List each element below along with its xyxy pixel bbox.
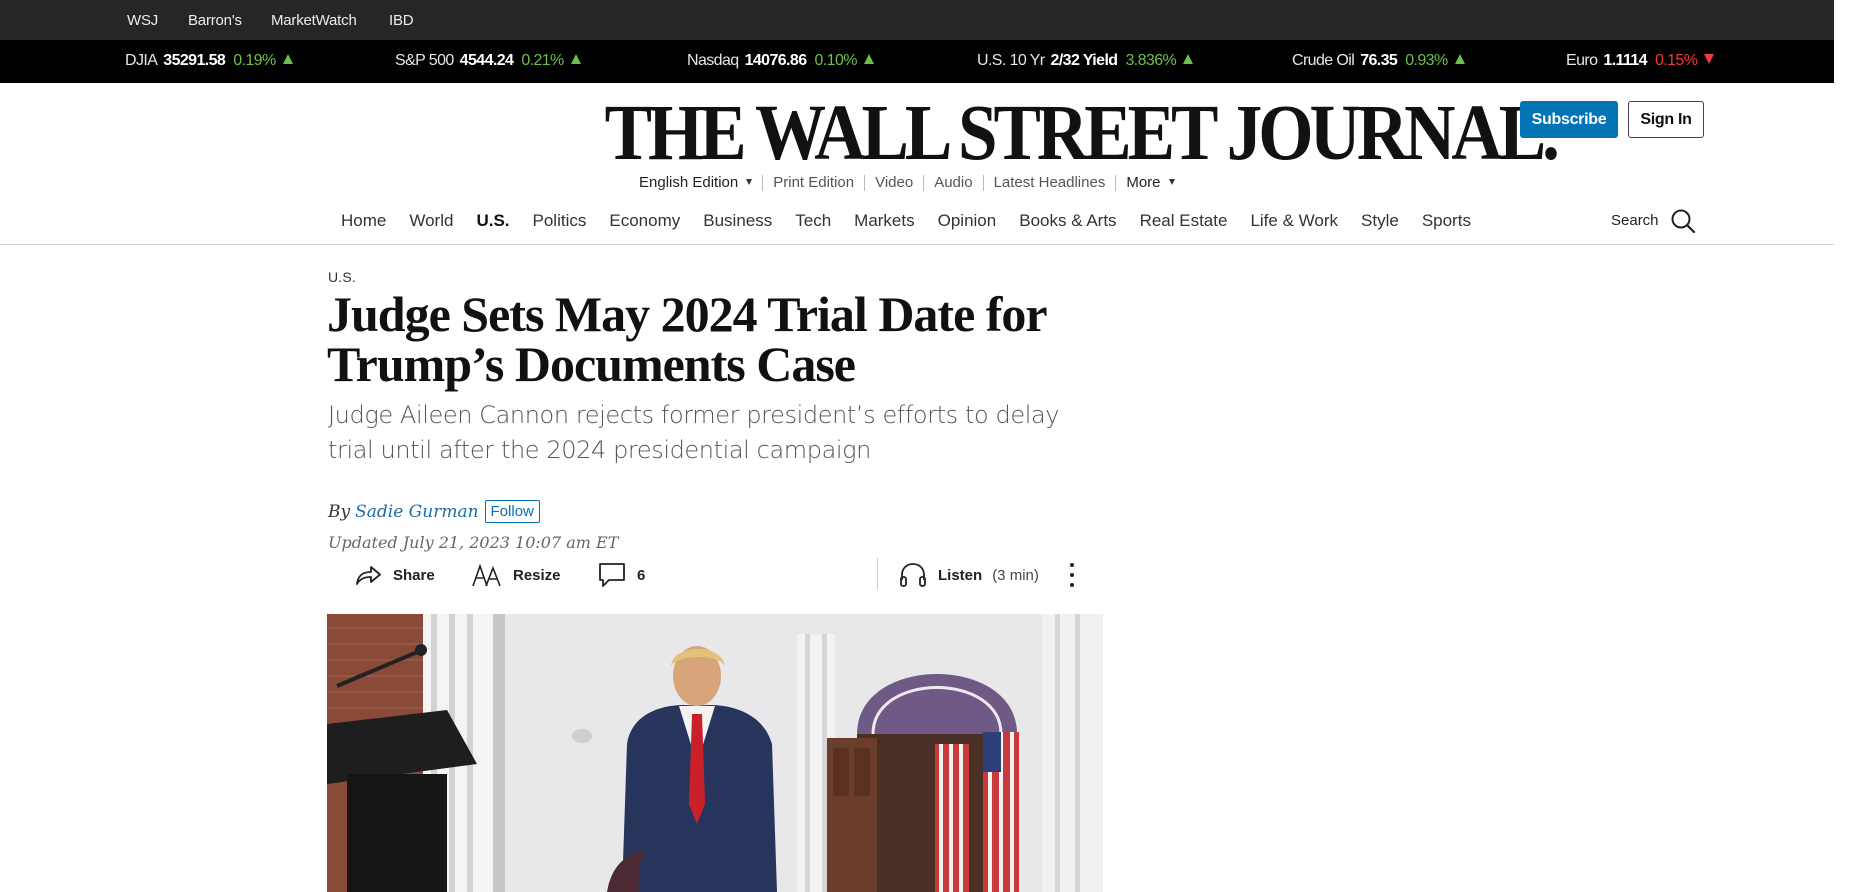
nav-item-home[interactable]: Home — [341, 211, 386, 231]
nav-item-real-estate[interactable]: Real Estate — [1140, 211, 1228, 231]
print-edition-link[interactable]: Print Edition — [763, 175, 866, 191]
ticker-name: Nasdaq — [687, 52, 739, 69]
edition-label: English Edition — [639, 174, 739, 191]
resize-label: Resize — [513, 566, 561, 584]
ticker-value: 1.1114 — [1603, 52, 1647, 69]
up-arrow-icon — [282, 54, 293, 64]
article-headline: Judge Sets May 2024 Trial Date for Trump… — [327, 289, 1087, 389]
nav-item-tech[interactable]: Tech — [795, 211, 831, 231]
ticker-change: 0.15% — [1654, 52, 1698, 69]
nav-item-markets[interactable]: Markets — [854, 211, 914, 231]
ticker-change: 3.836% — [1125, 52, 1177, 69]
edition-bar: English Edition Print Edition Video Audi… — [639, 172, 1185, 194]
headline-line: Judge Sets May 2024 Trial Date for — [327, 286, 1048, 342]
ticker-name: U.S. 10 Yr — [977, 52, 1045, 69]
ticker-name: Euro — [1566, 52, 1598, 69]
share-label: Share — [393, 566, 435, 584]
search-icon[interactable] — [1670, 208, 1696, 239]
ticker-change: 0.21% — [521, 52, 564, 69]
nav-item-us[interactable]: U.S. — [476, 211, 509, 231]
nav-item-style[interactable]: Style — [1361, 211, 1399, 231]
market-ticker: DJIA 35291.58 0.19% S&P 500 4544.24 0.21% Na… — [0, 40, 1834, 83]
ticker-item-sp500[interactable]: S&P 500 4544.24 0.21% — [395, 52, 581, 70]
follow-button[interactable]: Follow — [484, 500, 540, 523]
ticker-item-nasdaq[interactable]: Nasdaq 14076.86 0.10% — [687, 52, 874, 70]
ticker-item-euro[interactable]: Euro 1.1114 0.15% — [1566, 52, 1715, 70]
resize-button[interactable]: Resize — [472, 560, 561, 590]
ticker-name: S&P 500 — [395, 52, 454, 69]
site-link-ibd[interactable]: IBD — [389, 12, 414, 29]
section-flashline[interactable]: U.S. — [328, 269, 356, 285]
author-link[interactable]: Sadie Gurman — [355, 502, 478, 522]
site-link-barrons[interactable]: Barron's — [188, 12, 242, 29]
nav-item-life-work[interactable]: Life & Work — [1250, 211, 1338, 231]
sign-in-button[interactable]: Sign In — [1628, 101, 1704, 138]
site-link-wsj[interactable]: WSJ — [127, 12, 158, 29]
article-dek: Judge Aileen Cannon rejects former presi… — [328, 401, 1060, 464]
ticker-value: 35291.58 — [163, 52, 226, 69]
nav-item-world[interactable]: World — [409, 211, 453, 231]
ticker-item-crude-oil[interactable]: Crude Oil 76.35 0.93% — [1292, 52, 1465, 70]
comments-button[interactable]: 6 — [598, 560, 645, 590]
section-nav: Home World U.S. Politics Economy Busines… — [341, 211, 1494, 231]
ticker-name: Crude Oil — [1292, 52, 1355, 69]
ticker-value: 4544.24 — [459, 52, 514, 69]
up-arrow-icon — [1183, 54, 1194, 64]
nav-item-sports[interactable]: Sports — [1422, 211, 1471, 231]
up-arrow-icon — [570, 54, 581, 64]
more-options-icon[interactable] — [1064, 560, 1080, 590]
subscribe-button[interactable]: Subscribe — [1520, 101, 1618, 138]
ticker-item-djia[interactable]: DJIA 35291.58 0.19% — [125, 52, 293, 70]
video-link[interactable]: Video — [865, 175, 925, 191]
comment-count: 6 — [637, 566, 646, 584]
up-arrow-icon — [863, 54, 874, 64]
nav-item-economy[interactable]: Economy — [609, 211, 680, 231]
listen-button[interactable]: Listen (3 min) — [899, 560, 1039, 590]
ticker-change: 0.10% — [814, 52, 858, 69]
tools-divider — [877, 558, 878, 589]
nav-item-business[interactable]: Business — [703, 211, 772, 231]
ticker-value: 14076.86 — [744, 52, 808, 69]
byline: By Sadie Gurman Follow — [328, 500, 540, 523]
up-arrow-icon — [1454, 54, 1465, 64]
ticker-change: 0.19% — [233, 52, 276, 69]
nav-item-politics[interactable]: Politics — [533, 211, 587, 231]
share-button[interactable]: Share — [354, 560, 435, 590]
ticker-item-us10yr[interactable]: U.S. 10 Yr 2/32 Yield 3.836% — [977, 52, 1194, 70]
caret-down-icon — [746, 179, 753, 185]
share-icon — [356, 566, 381, 585]
ticker-change: 0.93% — [1405, 52, 1448, 69]
headline-line: Trump’s Documents Case — [327, 336, 856, 392]
wsj-logo[interactable]: THE WALL STREET JOURNAL. — [605, 94, 1560, 174]
listen-label: Listen — [938, 566, 983, 584]
ticker-value: 76.35 — [1360, 52, 1398, 69]
byline-prefix: By — [328, 501, 351, 522]
audio-link[interactable]: Audio — [924, 175, 984, 191]
more-label: More — [1126, 174, 1161, 191]
article-timestamp: Updated July 21, 2023 10:07 am ET — [328, 533, 619, 552]
nav-item-books-arts[interactable]: Books & Arts — [1019, 211, 1116, 231]
ticker-name: DJIA — [125, 52, 158, 69]
caret-down-icon — [1168, 179, 1175, 185]
resize-text-icon — [472, 563, 501, 587]
edition-selector[interactable]: English Edition — [639, 174, 764, 191]
nav-item-opinion[interactable]: Opinion — [938, 211, 997, 231]
site-link-marketwatch[interactable]: MarketWatch — [271, 12, 357, 29]
listen-duration: (3 min) — [992, 566, 1039, 584]
comment-icon — [599, 563, 625, 587]
ticker-value: 2/32 Yield — [1050, 52, 1119, 69]
nav-divider — [0, 244, 1834, 245]
down-arrow-icon — [1704, 54, 1715, 64]
latest-headlines-link[interactable]: Latest Headlines — [984, 175, 1117, 191]
article-hero-image — [327, 614, 1103, 892]
more-dropdown[interactable]: More — [1116, 175, 1184, 191]
search-link[interactable]: Search — [1611, 212, 1659, 229]
sites-bar: WSJ Barron's MarketWatch IBD — [0, 0, 1834, 40]
headphones-icon — [900, 563, 926, 587]
